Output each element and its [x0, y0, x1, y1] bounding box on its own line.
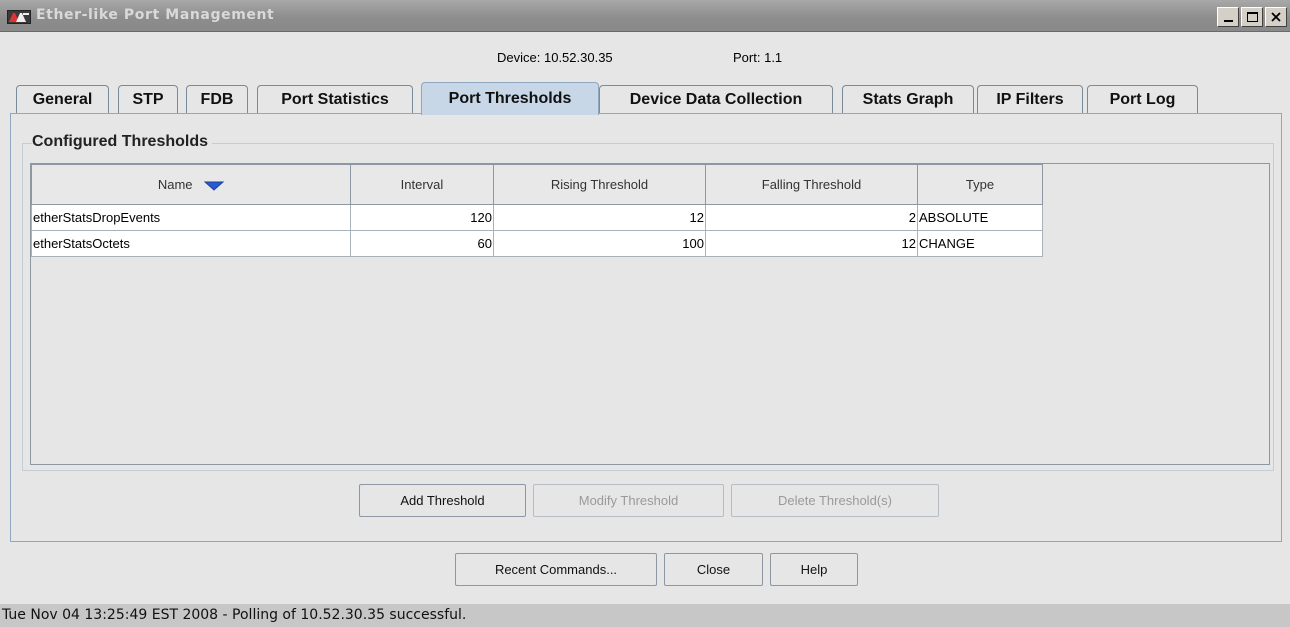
modify-threshold-button[interactable]: Modify Threshold	[533, 484, 724, 517]
thresholds-table-container[interactable]: Name Interval Rising Threshold Falling T…	[30, 163, 1270, 465]
cell-falling: 12	[705, 230, 918, 257]
column-header-falling[interactable]: Falling Threshold	[705, 164, 918, 205]
sort-descending-icon	[204, 181, 225, 191]
cell-name: etherStatsDropEvents	[31, 204, 351, 231]
column-header-rising[interactable]: Rising Threshold	[493, 164, 706, 205]
help-button[interactable]: Help	[770, 553, 858, 586]
table-row[interactable]: etherStatsOctets 60 100 12 CHANGE	[31, 230, 1043, 257]
port-number: 1.1	[764, 50, 783, 65]
table-row[interactable]: etherStatsDropEvents 120 12 2 ABSOLUTE	[31, 204, 1043, 231]
delete-threshold-button[interactable]: Delete Threshold(s)	[731, 484, 939, 517]
column-header-name[interactable]: Name	[31, 164, 351, 205]
column-header-interval[interactable]: Interval	[350, 164, 494, 205]
cell-name: etherStatsOctets	[31, 230, 351, 257]
cell-type: ABSOLUTE	[917, 204, 1043, 231]
cell-falling: 2	[705, 204, 918, 231]
tab-ip-filters[interactable]: IP Filters	[977, 85, 1083, 114]
tab-stp[interactable]: STP	[118, 85, 178, 114]
cell-interval: 60	[350, 230, 494, 257]
tab-stats-graph[interactable]: Stats Graph	[842, 85, 974, 114]
recent-commands-button[interactable]: Recent Commands...	[455, 553, 657, 586]
cell-type: CHANGE	[917, 230, 1043, 257]
port-info-text: Port: 1.1	[733, 50, 783, 65]
cell-rising: 12	[493, 204, 706, 231]
add-threshold-button[interactable]: Add Threshold	[359, 484, 526, 517]
minimize-icon	[1223, 20, 1233, 22]
tab-general[interactable]: General	[16, 85, 109, 114]
close-dialog-button[interactable]: Close	[664, 553, 763, 586]
title-bar[interactable]: Ether-like Port Management	[0, 0, 1290, 32]
tab-port-thresholds[interactable]: Port Thresholds	[421, 82, 599, 115]
close-icon	[1271, 12, 1281, 22]
tab-port-log[interactable]: Port Log	[1087, 85, 1198, 114]
column-header-type[interactable]: Type	[917, 164, 1043, 205]
tab-device-data-collection[interactable]: Device Data Collection	[599, 85, 833, 114]
minimize-button[interactable]	[1217, 7, 1239, 27]
device-address: 10.52.30.35	[543, 50, 613, 65]
device-info-text: Device: 10.52.30.35	[497, 50, 613, 65]
cell-rising: 100	[493, 230, 706, 257]
thresholds-table[interactable]: Name Interval Rising Threshold Falling T…	[31, 164, 1043, 257]
app-logo-icon	[7, 10, 31, 24]
status-bar: Tue Nov 04 13:25:49 EST 2008 - Polling o…	[0, 604, 1290, 627]
cell-interval: 120	[350, 204, 494, 231]
close-button[interactable]	[1265, 7, 1287, 27]
group-title: Configured Thresholds	[32, 133, 212, 151]
maximize-button[interactable]	[1241, 7, 1263, 27]
tab-fdb[interactable]: FDB	[186, 85, 248, 114]
tab-port-statistics[interactable]: Port Statistics	[257, 85, 413, 114]
maximize-icon	[1246, 12, 1258, 22]
window-title: Ether-like Port Management	[36, 7, 275, 23]
